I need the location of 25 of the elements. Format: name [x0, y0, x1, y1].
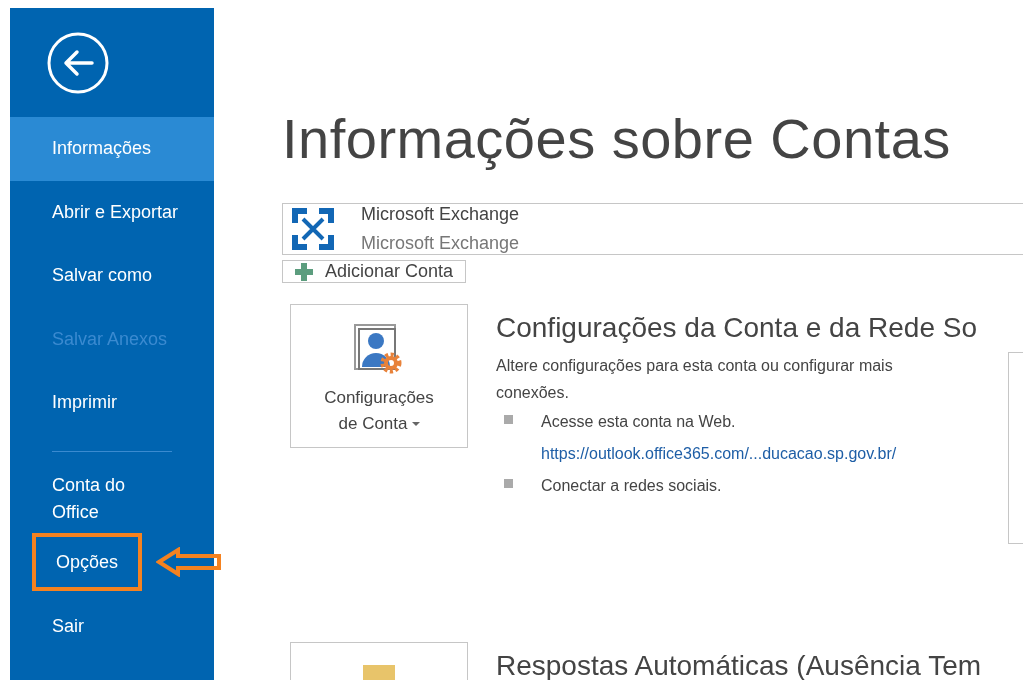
section-title: Respostas Automáticas (Ausência Tem: [496, 650, 982, 680]
menu-item[interactable]: Opções: [32, 533, 143, 591]
section-title: Configurações da Conta e da Rede So: [496, 312, 977, 344]
account-type: Microsoft Exchange: [361, 233, 520, 254]
section-description: Altere configurações para esta conta ou configurar mais conexões.: [496, 356, 894, 403]
plus-icon: [295, 262, 313, 281]
bullet-icon: [504, 479, 513, 488]
back-button[interactable]: [46, 30, 110, 95]
add-account-button[interactable]: Adicionar Conta: [282, 260, 467, 283]
web-link[interactable]: https://outlook.office365.com/...ducacao.sp.gov.br/: [541, 438, 897, 470]
menu-item[interactable]: Imprimir: [10, 371, 214, 435]
exchange-icon: [289, 205, 337, 253]
menu-item[interactable]: Informações: [10, 117, 214, 181]
bullet-text: Acesse esta conta na Web.: [541, 412, 737, 432]
account-selector[interactable]: Microsoft Exchange Microsoft Exchange: [282, 203, 1023, 255]
menu-item[interactable]: Sair: [10, 595, 214, 659]
menu-item[interactable]: Salvar como: [10, 244, 214, 308]
bullet-text: Conectar a redes sociais.: [541, 476, 722, 496]
page-title: Informações sobre Contas: [282, 106, 952, 171]
menu-item[interactable]: Abrir e Exportar: [10, 180, 214, 244]
arrow-icon: [156, 547, 222, 577]
card-button[interactable]: Configurações de Conta: [290, 304, 468, 448]
menu-item[interactable]: Conta do Office: [10, 467, 214, 531]
bullet-icon: [504, 415, 513, 424]
account-name: Microsoft Exchange: [361, 204, 520, 225]
